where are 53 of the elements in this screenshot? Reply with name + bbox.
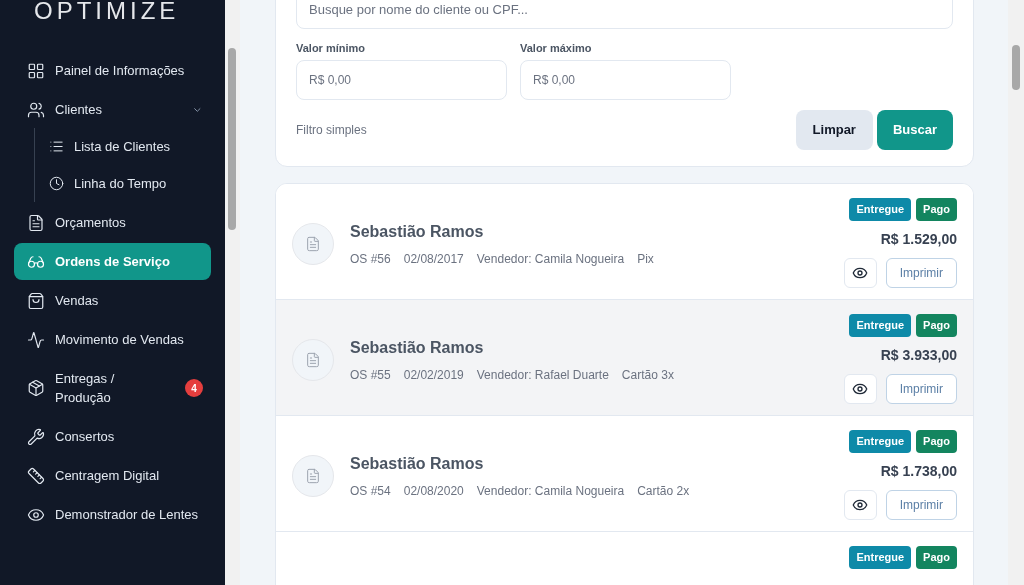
status-badge: Entregue <box>849 198 912 221</box>
order-row[interactable]: Sebastião Ramos OS #55 02/02/2019 Vendedor: Rafael Duarte Cartão 3x Entregue Pago R$ 3.933,00 Imprimir <box>276 300 973 416</box>
nav-item[interactable]: Vendas <box>14 282 211 319</box>
status-badge: Entregue <box>849 546 912 569</box>
count-badge: 4 <box>185 379 203 397</box>
status-badge: Pago <box>916 198 957 221</box>
order-total: R$ 3.933,00 <box>880 345 957 365</box>
order-meta: Cartão 3x <box>621 366 674 384</box>
nav-item[interactable]: Demonstrador de Lentes <box>14 496 211 533</box>
order-meta: Vendedor: Camila Nogueira <box>476 250 625 268</box>
order-meta: OS #56 <box>350 250 391 268</box>
client-name: Sebastião Ramos <box>350 453 485 474</box>
order-meta: OS #55 <box>350 366 391 384</box>
order-meta: OS #54 <box>350 482 391 500</box>
order-meta: 02/08/2020 <box>403 482 464 500</box>
print-button[interactable]: Imprimir <box>885 257 957 288</box>
print-button[interactable]: Imprimir <box>885 489 957 520</box>
order-row[interactable]: Sebastião Ramos OS #56 02/08/2017 Vendedor: Camila Nogueira Pix Entregue Pago R$ 1.529,00 Imprimir <box>276 184 973 300</box>
status-badge: Pago <box>916 546 957 569</box>
nav-item[interactable]: Orçamentos <box>14 204 211 241</box>
field-label: Valor máximo <box>520 41 593 55</box>
filter-mode-link[interactable]: Filtro simples <box>296 121 367 139</box>
order-meta: 02/08/2017 <box>403 250 464 268</box>
status-badge: Pago <box>916 314 957 337</box>
order-meta: Cartão 2x <box>637 482 690 500</box>
order-meta: Pix <box>637 250 654 268</box>
status-badge: Pago <box>916 430 957 453</box>
value-field[interactable]: R$ 0,00 <box>520 60 731 100</box>
nav-item[interactable]: Entregas / Produção 4 <box>14 360 211 416</box>
nav-item[interactable]: Centragem Digital <box>14 457 211 494</box>
field-label: Valor mínimo <box>296 41 367 55</box>
nav-subitem[interactable]: Linha do Tempo <box>35 165 225 202</box>
print-button[interactable]: Imprimir <box>885 373 957 404</box>
client-name: Sebastião Ramos <box>350 337 485 358</box>
logo: OPTIMIZE <box>34 0 180 26</box>
order-meta: Vendedor: Rafael Duarte <box>476 366 609 384</box>
order-total: R$ 1.529,00 <box>880 229 957 249</box>
order-meta: 02/02/2019 <box>403 366 464 384</box>
nav-item[interactable]: Clientes <box>14 91 211 128</box>
nav-item[interactable]: Consertos <box>14 418 211 455</box>
search-button[interactable]: Buscar <box>876 110 953 150</box>
status-badge: Entregue <box>849 430 912 453</box>
nav-item[interactable]: Painel de Informações <box>14 52 211 89</box>
client-name: Sebastião Ramos <box>350 221 485 242</box>
nav-item[interactable]: Ordens de Serviço <box>14 243 211 280</box>
search-field[interactable]: Busque por nome do cliente ou CPF... <box>296 0 953 29</box>
order-total: R$ 1.738,00 <box>880 461 957 481</box>
clear-button[interactable]: Limpar <box>795 110 873 150</box>
value-field[interactable]: R$ 0,00 <box>296 60 507 100</box>
order-meta: Vendedor: Camila Nogueira <box>476 482 625 500</box>
nav-item[interactable]: Movimento de Vendas <box>14 321 211 358</box>
nav-subitem[interactable]: Lista de Clientes <box>35 128 225 165</box>
status-badge: Entregue <box>849 314 912 337</box>
